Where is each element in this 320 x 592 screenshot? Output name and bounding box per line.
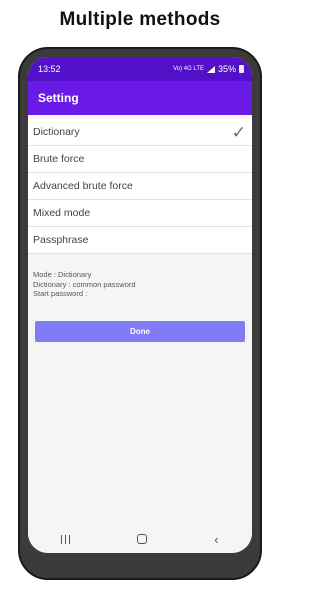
method-item-passphrase[interactable]: Passphrase [28,227,252,254]
method-label: Dictionary [33,126,80,138]
promo-title: Multiple methods [59,9,221,30]
method-list: Dictionary ✓ Brute force Advanced brute … [28,119,252,254]
phone-screen: 13:52 Vo) 4G LTE 35% Setting Dictionary … [28,57,252,553]
settings-summary: Mode : Dictionary Dictionary : common pa… [28,254,252,299]
system-nav-bar: ‹ [28,525,252,553]
back-icon[interactable]: ‹ [214,533,218,546]
method-item-dictionary[interactable]: Dictionary ✓ [28,119,252,146]
method-item-mixed-mode[interactable]: Mixed mode [28,200,252,227]
content: Dictionary ✓ Brute force Advanced brute … [28,119,252,342]
battery-icon [239,65,244,73]
status-bar: 13:52 Vo) 4G LTE 35% [28,57,252,81]
start-password-summary: Start password : [33,289,88,298]
method-label: Brute force [33,153,85,165]
method-label: Advanced brute force [33,180,133,192]
network-indicator: Vo) 4G LTE [173,66,204,72]
app-bar: Setting [28,81,252,115]
mode-summary: Mode : Dictionary [33,270,92,279]
done-button[interactable]: Done [35,320,245,342]
status-indicators: Vo) 4G LTE 35% [173,64,244,74]
dictionary-summary: Dictionary : common password [33,279,136,289]
check-icon: ✓ [231,122,246,142]
signal-icon [206,65,215,73]
method-label: Passphrase [33,234,89,246]
page-title: Setting [38,91,79,105]
method-item-advanced-brute-force[interactable]: Advanced brute force [28,173,252,200]
battery-percent: 35% [217,64,236,74]
home-icon[interactable] [137,534,148,544]
status-time: 13:52 [38,64,61,74]
recents-icon[interactable] [61,534,71,544]
method-item-brute-force[interactable]: Brute force [28,146,252,173]
method-label: Mixed mode [33,207,91,219]
